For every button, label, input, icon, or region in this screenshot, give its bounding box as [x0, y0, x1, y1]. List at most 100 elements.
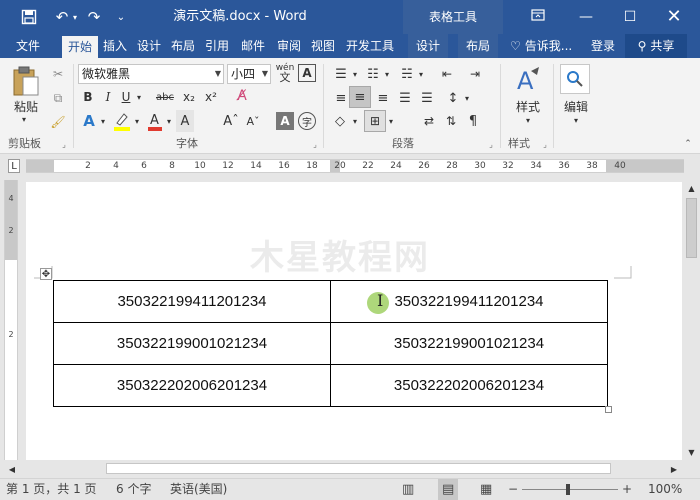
copy-icon[interactable]: ⧉	[48, 88, 68, 108]
maximize-icon[interactable]: ☐	[610, 0, 650, 34]
font-launcher-icon[interactable]: ⌟	[310, 138, 320, 150]
zoom-slider-thumb[interactable]	[566, 484, 570, 495]
table-cell[interactable]: 350322199001021234	[330, 322, 608, 365]
page-count[interactable]: 第 1 页，共 1 页	[6, 479, 97, 500]
font-color-icon[interactable]: A	[146, 110, 164, 132]
text-effects-icon[interactable]: A	[80, 110, 98, 132]
edit-label[interactable]: 编辑	[556, 98, 596, 114]
tab-file[interactable]: 文件	[8, 34, 48, 58]
minimize-icon[interactable]: —	[566, 0, 606, 34]
tab-review[interactable]: 审阅	[272, 34, 306, 58]
print-layout-icon[interactable]: ▤	[438, 479, 459, 500]
shading-icon[interactable]: ◇	[330, 110, 350, 132]
table-cell[interactable]: 350322202006201234	[53, 364, 331, 407]
subscript-icon[interactable]: x₂	[180, 88, 198, 106]
numbering-dropdown-icon[interactable]: ▾	[382, 64, 392, 84]
character-shading-icon[interactable]: A	[176, 110, 194, 132]
document-table[interactable]: 350322199411201234 350322199411201234 I …	[53, 280, 608, 407]
zoom-level[interactable]: 100%	[648, 479, 682, 500]
text-effects-dropdown-icon[interactable]: ▾	[98, 112, 108, 130]
highlight-icon[interactable]	[112, 110, 132, 132]
ribbon-display-icon[interactable]	[518, 0, 558, 34]
table-cell[interactable]: 350322199411201234	[53, 280, 331, 323]
tab-mailings[interactable]: 邮件	[236, 34, 270, 58]
superscript-icon[interactable]: x²	[202, 88, 220, 106]
sort-icon[interactable]: ⇅	[440, 110, 462, 132]
styles-dropdown-icon[interactable]: ▾	[520, 114, 536, 126]
web-layout-icon[interactable]: ▦	[480, 479, 492, 500]
clear-formatting-icon[interactable]: A̸	[232, 86, 252, 106]
scroll-right-icon[interactable]: ▶	[668, 463, 680, 475]
bullets-dropdown-icon[interactable]: ▾	[350, 64, 360, 84]
vertical-scrollbar[interactable]: ▲ ▼	[683, 180, 700, 460]
tab-insert[interactable]: 插入	[100, 34, 130, 58]
numbering-icon[interactable]: ☷	[362, 64, 384, 84]
paste-icon[interactable]	[8, 64, 44, 98]
show-marks-icon[interactable]: ¶	[462, 110, 484, 132]
tab-developer[interactable]: 开发工具	[342, 34, 398, 58]
clipboard-launcher-icon[interactable]: ⌟	[59, 138, 69, 150]
align-right-icon[interactable]: ≡	[372, 88, 394, 108]
tab-selector-icon[interactable]: L	[8, 159, 20, 173]
horizontal-scroll-thumb[interactable]	[106, 463, 611, 474]
italic-icon[interactable]: I	[100, 88, 116, 106]
word-count[interactable]: 6 个字	[116, 479, 151, 500]
table-cell[interactable]: 350322199001021234	[53, 322, 331, 365]
tab-references[interactable]: 引用	[202, 34, 232, 58]
tab-home[interactable]: 开始	[62, 36, 98, 58]
language[interactable]: 英语(美国)	[170, 479, 227, 500]
tab-view[interactable]: 视图	[308, 34, 338, 58]
horizontal-ruler[interactable]: L 2 4 6 8 10 12 14 16 18 20 22 24 26 28 …	[0, 154, 700, 180]
borders-icon[interactable]: ⊞	[364, 110, 386, 132]
styles-icon[interactable]: A	[508, 64, 548, 96]
edit-dropdown-icon[interactable]: ▾	[568, 114, 584, 126]
tab-table-design[interactable]: 设计	[408, 34, 448, 58]
font-name-select[interactable]: 微软雅黑 ▼	[78, 64, 224, 84]
tab-layout[interactable]: 布局	[168, 34, 198, 58]
font-size-select[interactable]: 小四 ▼	[227, 64, 271, 84]
format-painter-icon[interactable]: 🖌	[48, 112, 68, 132]
character-shading-gray-icon[interactable]: A	[276, 112, 294, 130]
vertical-scroll-thumb[interactable]	[686, 198, 697, 258]
multilevel-list-icon[interactable]: ☵	[396, 64, 418, 84]
shrink-font-icon[interactable]: Aˇ	[244, 110, 262, 132]
tell-me-box[interactable]: ♡ 告诉我...	[510, 34, 584, 58]
phonetic-guide-button[interactable]: wén 文	[274, 62, 296, 84]
strikethrough-icon[interactable]: abc	[154, 88, 176, 106]
multilevel-dropdown-icon[interactable]: ▾	[416, 64, 426, 84]
underline-dropdown-icon[interactable]: ▾	[134, 88, 144, 106]
decrease-indent-icon[interactable]: ⇤	[436, 64, 458, 84]
scroll-up-icon[interactable]: ▲	[686, 182, 697, 194]
shading-dropdown-icon[interactable]: ▾	[350, 112, 360, 130]
zoom-slider[interactable]	[522, 489, 618, 490]
paragraph-launcher-icon[interactable]: ⌟	[486, 138, 496, 150]
paste-dropdown-icon[interactable]: ▾	[16, 114, 32, 124]
font-color-dropdown-icon[interactable]: ▾	[164, 112, 174, 130]
collapse-ribbon-icon[interactable]: ⌃	[682, 138, 694, 150]
login-link[interactable]: 登录	[586, 34, 620, 58]
scroll-left-icon[interactable]: ◀	[6, 463, 18, 475]
line-spacing-icon[interactable]: ↕	[442, 88, 464, 108]
tab-table-layout[interactable]: 布局	[458, 34, 498, 58]
horizontal-scrollbar[interactable]: ◀ ▶	[0, 460, 700, 478]
zoom-in-icon[interactable]: +	[622, 479, 632, 500]
character-border-icon[interactable]: A	[298, 64, 316, 82]
table-move-handle-icon[interactable]: ✥	[40, 268, 52, 280]
close-icon[interactable]: ✕	[654, 0, 694, 34]
search-icon[interactable]	[560, 64, 590, 94]
styles-launcher-icon[interactable]: ⌟	[540, 138, 550, 150]
paste-label[interactable]: 粘贴	[8, 98, 44, 114]
table-cell-active[interactable]: 350322199411201234 I	[330, 280, 608, 323]
grow-font-icon[interactable]: Aˆ	[222, 110, 240, 132]
cut-icon[interactable]: ✂	[48, 64, 68, 84]
bullets-icon[interactable]: ☰	[330, 64, 352, 84]
table-resize-handle[interactable]	[605, 406, 612, 413]
chinese-layout-icon[interactable]: ⇄	[418, 110, 440, 132]
scroll-down-icon[interactable]: ▼	[686, 446, 697, 458]
line-spacing-dropdown-icon[interactable]: ▾	[462, 88, 472, 108]
justify-icon[interactable]: ☰	[394, 88, 416, 108]
bold-icon[interactable]: B	[80, 88, 96, 106]
styles-label[interactable]: 样式	[508, 98, 548, 114]
increase-indent-icon[interactable]: ⇥	[464, 64, 486, 84]
vertical-ruler[interactable]: 4 2 2	[4, 180, 18, 460]
